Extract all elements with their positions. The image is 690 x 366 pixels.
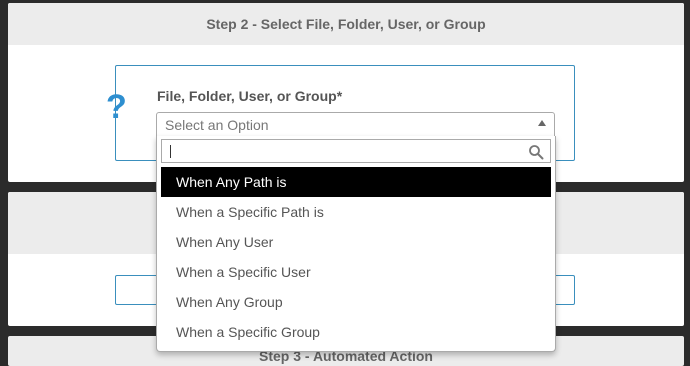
select-placeholder: Select an Option [165, 117, 269, 133]
text-caret [170, 145, 171, 158]
option-select[interactable]: Select an Option [156, 112, 555, 138]
search-input[interactable] [168, 142, 518, 160]
question-mark-icon[interactable]: ? [106, 90, 127, 124]
select-dropdown: When Any Path is When a Specific Path is… [156, 136, 556, 352]
chevron-up-icon [538, 120, 546, 126]
option-item[interactable]: When a Specific Path is [161, 197, 551, 227]
option-item[interactable]: When Any User [161, 227, 551, 257]
dropdown-search[interactable] [161, 139, 551, 163]
magnifier-icon [529, 145, 544, 160]
field-label: File, Folder, User, or Group* [157, 88, 343, 104]
options-list: When Any Path is When a Specific Path is… [161, 167, 551, 347]
option-item[interactable]: When Any Group [161, 287, 551, 317]
option-item[interactable]: When Any Path is [161, 167, 551, 197]
step2-header: Step 2 - Select File, Folder, User, or G… [8, 3, 684, 45]
option-item[interactable]: When a Specific User [161, 257, 551, 287]
option-item[interactable]: When a Specific Group [161, 317, 551, 347]
